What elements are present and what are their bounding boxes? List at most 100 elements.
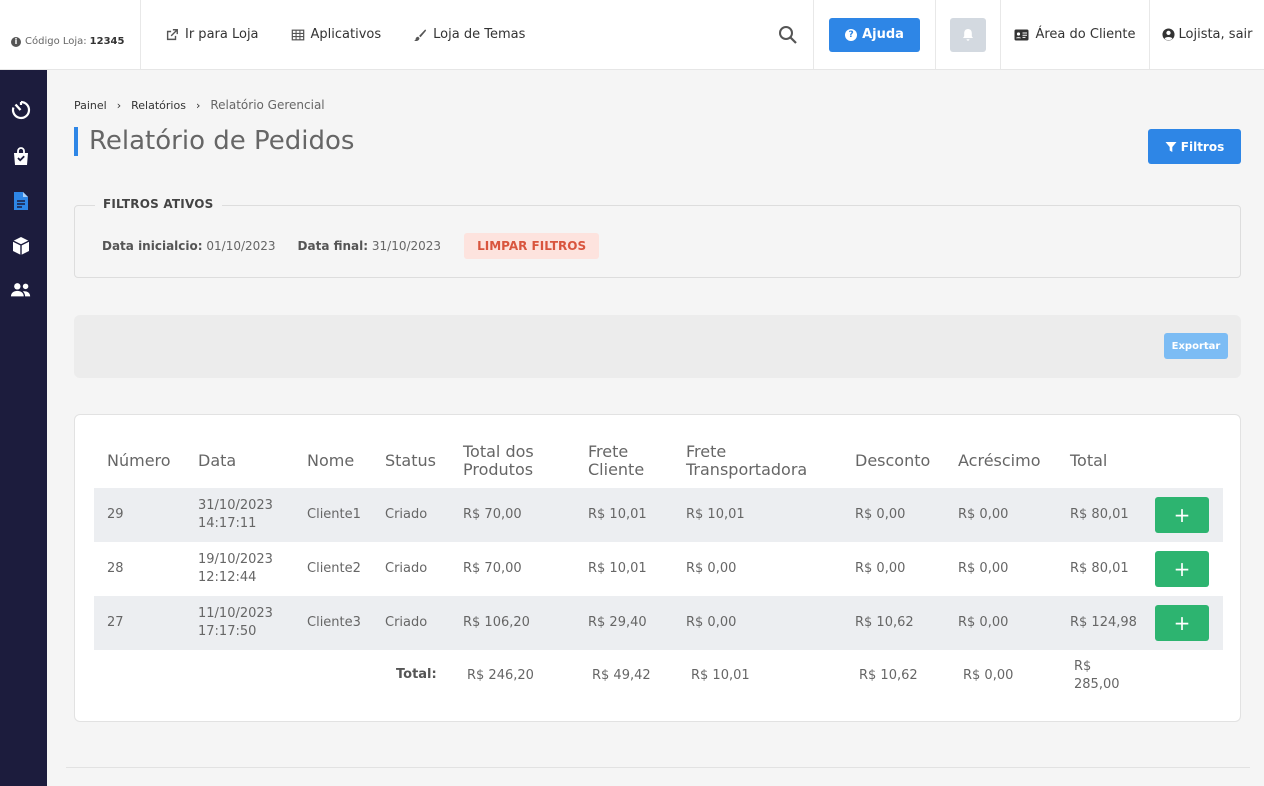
column-header-acrescimo: Acréscimo xyxy=(958,451,1041,470)
column-header-numero: Número xyxy=(107,451,171,470)
search-button[interactable] xyxy=(762,0,814,69)
cell-frete-cliente: R$ 10,01 xyxy=(588,507,647,522)
notifications-button[interactable] xyxy=(950,17,986,52)
table-row: 28 19/10/2023 12:12:44 Cliente2 Criado R… xyxy=(94,542,1223,596)
apps-label: Aplicativos xyxy=(310,27,382,42)
frete-cliente-sum: R$ 49,42 xyxy=(592,668,651,683)
grand-total-value: 285,00 xyxy=(1074,677,1120,692)
store-code-value: 12345 xyxy=(89,36,125,47)
active-filters-row: Data inicialcio: 01/10/2023 Data final: … xyxy=(102,233,600,259)
export-button[interactable]: Exportar xyxy=(1164,333,1228,359)
client-area-link[interactable]: Área do Cliente xyxy=(1001,0,1150,69)
column-header-desconto: Desconto xyxy=(855,451,931,470)
cell-desconto: R$ 0,00 xyxy=(855,561,906,576)
end-date-filter: Data final: 31/10/2023 xyxy=(298,239,442,253)
logout-label: Lojista, sair xyxy=(1178,27,1253,42)
start-date-filter: Data inicialcio: 01/10/2023 xyxy=(102,239,276,253)
chevron-right-icon: › xyxy=(116,98,122,112)
expand-row-button[interactable]: + xyxy=(1155,497,1209,533)
notifications-wrapper xyxy=(936,0,1001,69)
cell-nome: Cliente3 xyxy=(307,615,361,630)
cell-status: Criado xyxy=(385,615,428,630)
help-wrapper: ? Ajuda xyxy=(814,0,936,69)
cell-numero: 27 xyxy=(107,615,124,630)
document-icon[interactable] xyxy=(10,190,32,212)
breadcrumb-item-painel[interactable]: Painel xyxy=(74,99,107,112)
themes-link[interactable]: Loja de Temas xyxy=(413,27,525,42)
cell-hora: 17:17:50 xyxy=(198,624,257,639)
cell-total-produtos: R$ 70,00 xyxy=(463,561,522,576)
totals-label: Total: xyxy=(396,667,437,682)
cell-total: R$ 80,01 xyxy=(1070,507,1129,522)
cell-frete-transportadora: R$ 0,00 xyxy=(686,561,737,576)
column-header-total: Total xyxy=(1070,451,1108,470)
cell-hora: 12:12:44 xyxy=(198,570,257,585)
column-header-nome: Nome xyxy=(307,451,355,470)
themes-label: Loja de Temas xyxy=(433,27,526,42)
table-row: 29 31/10/2023 14:17:11 Cliente1 Criado R… xyxy=(94,488,1223,542)
cell-nome: Cliente1 xyxy=(307,507,361,522)
cell-total: R$ 124,98 xyxy=(1070,615,1137,630)
help-button[interactable]: ? Ajuda xyxy=(829,17,920,52)
filters-button-label: Filtros xyxy=(1180,139,1225,154)
user-circle-icon xyxy=(1161,28,1175,41)
sidebar xyxy=(0,70,47,786)
cell-frete-cliente: R$ 29,40 xyxy=(588,615,647,630)
column-header-status: Status xyxy=(385,451,436,470)
grand-total-currency: R$ xyxy=(1074,659,1092,674)
store-code-label: Código Loja: xyxy=(25,36,87,47)
shopping-bag-icon[interactable] xyxy=(10,145,32,167)
desconto-sum: R$ 10,62 xyxy=(859,668,918,683)
column-header-frete-cliente: Frete Cliente xyxy=(588,442,645,479)
end-date-label: Data final: xyxy=(297,239,369,253)
start-date-label: Data inicialcio: xyxy=(102,239,203,253)
expand-row-button[interactable]: + xyxy=(1155,605,1209,641)
speed-timer-icon[interactable] xyxy=(10,99,32,121)
orders-table: Número Data Nome Status Total dos Produt… xyxy=(74,414,1241,722)
column-header-data: Data xyxy=(198,451,237,470)
client-area-label: Área do Cliente xyxy=(1035,27,1136,42)
cell-data: 11/10/2023 xyxy=(198,606,273,621)
filters-button[interactable]: Filtros xyxy=(1148,129,1241,164)
cell-frete-transportadora: R$ 0,00 xyxy=(686,615,737,630)
breadcrumb: Painel › Relatórios › Relatório Gerencia… xyxy=(74,98,325,112)
cell-acrescimo: R$ 0,00 xyxy=(958,507,1009,522)
top-bar: i Código Loja: 12345 Ir para Loja Aplica… xyxy=(0,0,1264,70)
cell-acrescimo: R$ 0,00 xyxy=(958,615,1009,630)
frete-transportadora-sum: R$ 10,01 xyxy=(691,668,750,683)
cell-hora: 14:17:11 xyxy=(198,516,257,531)
search-icon xyxy=(778,25,797,44)
question-icon: ? xyxy=(845,28,858,41)
acrescimo-sum: R$ 0,00 xyxy=(963,668,1014,683)
cell-frete-cliente: R$ 10,01 xyxy=(588,561,647,576)
table-row: 27 11/10/2023 17:17:50 Cliente3 Criado R… xyxy=(94,596,1223,650)
users-icon[interactable] xyxy=(10,279,32,301)
cell-total-produtos: R$ 106,20 xyxy=(463,615,530,630)
cell-acrescimo: R$ 0,00 xyxy=(958,561,1009,576)
cell-status: Criado xyxy=(385,561,428,576)
clear-filters-button[interactable]: LIMPAR FILTROS xyxy=(464,233,600,259)
info-icon: i xyxy=(11,36,21,47)
grid-icon xyxy=(291,29,304,40)
page-title: Relatório de Pedidos xyxy=(74,127,354,156)
cell-data: 31/10/2023 xyxy=(198,498,273,513)
breadcrumb-item-relatorios[interactable]: Relatórios xyxy=(131,99,186,112)
expand-row-button[interactable]: + xyxy=(1155,551,1209,587)
cell-numero: 29 xyxy=(107,507,124,522)
chevron-right-icon: › xyxy=(195,98,201,112)
bell-icon xyxy=(963,28,973,41)
cell-status: Criado xyxy=(385,507,428,522)
brush-icon xyxy=(414,28,427,41)
apps-link[interactable]: Aplicativos xyxy=(291,27,382,42)
active-filters-legend: FILTROS ATIVOS xyxy=(95,197,222,211)
help-label: Ajuda xyxy=(862,27,904,42)
id-card-icon xyxy=(1014,29,1029,40)
cell-total-produtos: R$ 70,00 xyxy=(463,507,522,522)
go-to-store-link[interactable]: Ir para Loja xyxy=(165,27,259,42)
go-to-store-label: Ir para Loja xyxy=(185,27,259,42)
logout-link[interactable]: Lojista, sair xyxy=(1150,0,1264,69)
export-bar: Exportar xyxy=(74,315,1241,378)
box-icon[interactable] xyxy=(10,235,32,257)
column-header-frete-transportadora: Frete Transportadora xyxy=(686,442,808,479)
cell-numero: 28 xyxy=(107,561,124,576)
